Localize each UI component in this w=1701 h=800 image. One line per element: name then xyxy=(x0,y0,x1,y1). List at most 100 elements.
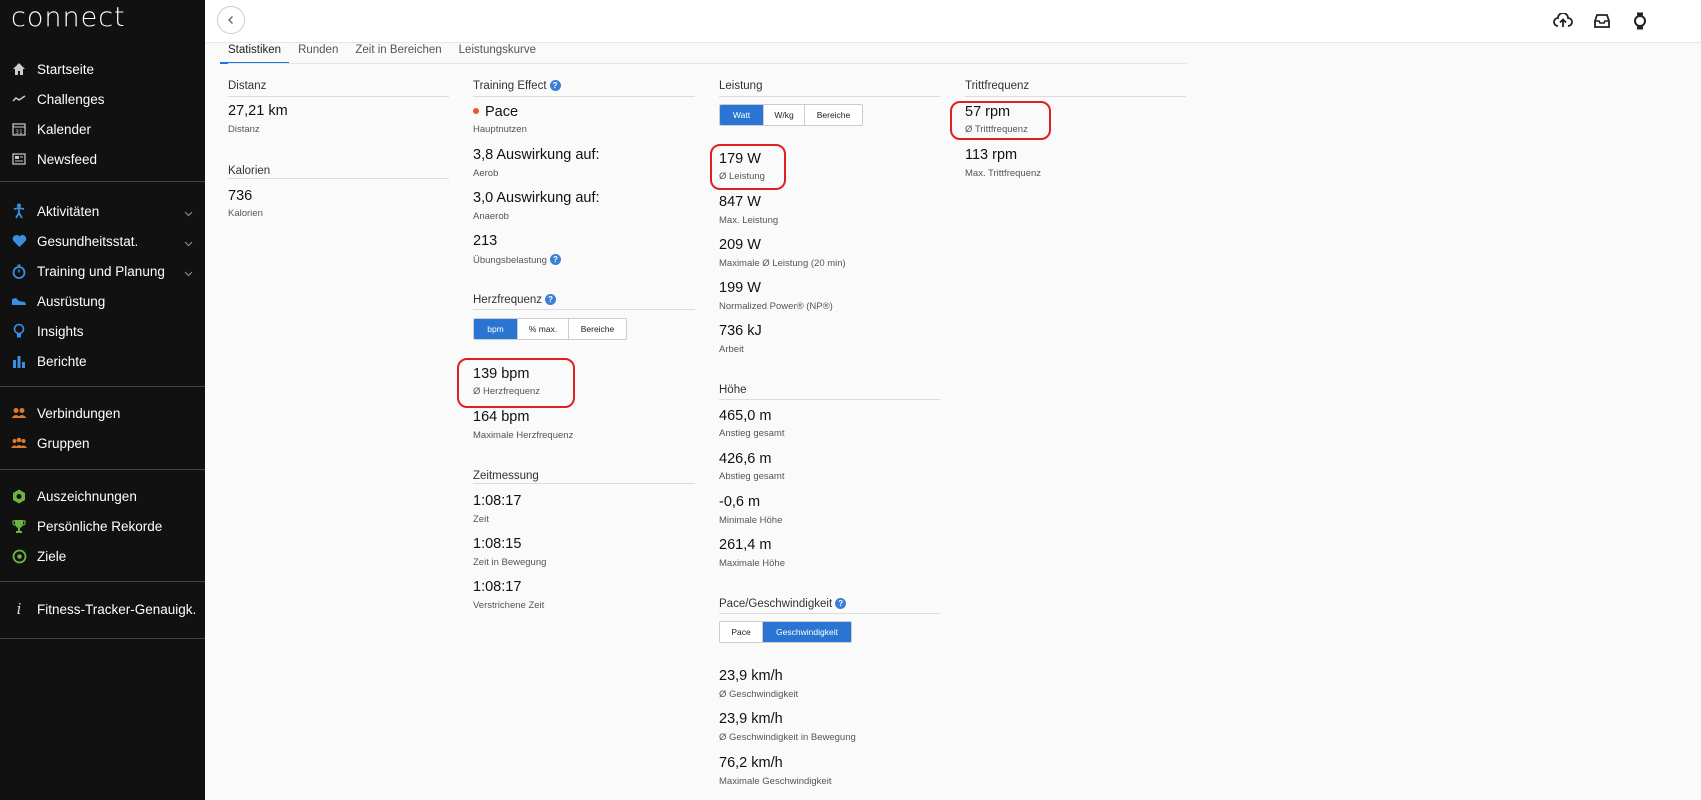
back-button[interactable] xyxy=(217,6,245,34)
pace-unit-toggle: Pace Geschwindigkeit xyxy=(719,621,852,643)
max-hoehe-label: Maximale Höhe xyxy=(719,558,785,569)
herzfrequenz-title: Herzfrequenz? xyxy=(473,294,557,306)
verstrichene-zeit-value: 1:08:17 xyxy=(473,579,522,595)
help-icon[interactable]: ? xyxy=(549,254,561,265)
target-icon xyxy=(11,548,27,564)
max-hoehe-value: 261,4 m xyxy=(719,537,772,553)
sidebar-item-ausruestung[interactable]: Ausrüstung xyxy=(0,287,205,315)
sidebar-divider xyxy=(0,181,205,182)
sidebar-item-berichte[interactable]: Berichte xyxy=(0,347,205,375)
home-icon xyxy=(11,61,27,77)
min-hoehe-value: -0,6 m xyxy=(719,494,761,510)
sidebar-item-label: Fitness-Tracker-Genauigk. xyxy=(37,601,197,617)
training-load-label-text: Übungsbelastung xyxy=(473,255,547,266)
tab-statistiken[interactable]: Statistiken xyxy=(220,42,290,64)
toggle-pace[interactable]: Pace xyxy=(720,622,763,642)
lightbulb-icon xyxy=(11,323,27,339)
pace-title-text: Pace/Geschwindigkeit xyxy=(719,598,833,610)
training-effect-anaerobic-label: Anaerob xyxy=(473,211,509,222)
tab-underline-divider xyxy=(228,63,1187,64)
sidebar-item-challenges[interactable]: Challenges xyxy=(0,85,205,113)
arbeit-value: 736 kJ xyxy=(719,323,762,339)
zeit-in-bewegung-value: 1:08:15 xyxy=(473,536,522,552)
sidebar-item-label: Persönliche Rekorde xyxy=(37,518,163,534)
sidebar-item-ziele[interactable]: Ziele xyxy=(0,542,205,570)
status-dot-icon xyxy=(473,108,479,114)
shoe-icon xyxy=(11,293,27,309)
toggle-bpm[interactable]: bpm xyxy=(474,319,518,339)
sidebar-item-aktivitaeten[interactable]: Aktivitäten xyxy=(0,197,205,225)
upload-cloud-icon[interactable] xyxy=(1552,10,1574,32)
chevron-down-icon xyxy=(184,265,193,280)
sidebar-item-insights[interactable]: Insights xyxy=(0,317,205,345)
help-icon[interactable]: ? xyxy=(835,598,847,609)
training-load-label: Übungsbelastung? xyxy=(473,254,561,266)
toggle-bereiche[interactable]: Bereiche xyxy=(569,319,626,339)
sidebar-item-label: Auszeichnungen xyxy=(37,488,137,504)
sidebar-item-persoenliche-rekorde[interactable]: Persönliche Rekorde xyxy=(0,512,205,540)
section-divider xyxy=(719,399,940,400)
training-effect-primary-text: Pace xyxy=(485,104,519,120)
sidebar-item-auszeichnungen[interactable]: Auszeichnungen xyxy=(0,482,205,510)
tab-zeit-in-bereichen[interactable]: Zeit in Bereichen xyxy=(355,42,441,64)
sidebar-item-gruppen[interactable]: Gruppen xyxy=(0,429,205,457)
arbeit-label: Arbeit xyxy=(719,344,744,355)
toggle-w-per-kg[interactable]: W/kg xyxy=(764,105,805,125)
max-cadence-value: 113 rpm xyxy=(965,147,1018,163)
sidebar-divider xyxy=(0,386,205,387)
watch-icon[interactable] xyxy=(1629,10,1651,32)
sidebar-item-verbindungen[interactable]: Verbindungen xyxy=(0,399,205,427)
sidebar-item-label: Training und Planung xyxy=(37,263,165,279)
avg-moving-speed-value: 23,9 km/h xyxy=(719,711,783,727)
section-divider xyxy=(965,96,1186,97)
toggle-geschwindigkeit[interactable]: Geschwindigkeit xyxy=(763,622,851,642)
max-cadence-label: Max. Trittfrequenz xyxy=(965,168,1042,179)
sidebar-item-fitness-tracker-genauigkeit[interactable]: i Fitness-Tracker-Genauigk. xyxy=(0,595,205,623)
tab-bar: Statistiken Runden Zeit in Bereichen Lei… xyxy=(220,42,553,64)
sidebar-item-label: Berichte xyxy=(37,353,87,369)
section-divider xyxy=(228,96,449,97)
connections-icon xyxy=(11,405,27,421)
highlight-circle xyxy=(457,358,575,408)
max-avg-power-20min-value: 209 W xyxy=(719,237,761,253)
max-power-label: Max. Leistung xyxy=(719,215,779,226)
toggle-percent-max[interactable]: % max. xyxy=(518,319,569,339)
bar-chart-icon xyxy=(11,353,27,369)
training-effect-primary-value: Pace xyxy=(473,104,518,120)
sidebar-item-label: Ausrüstung xyxy=(37,293,106,309)
heart-icon xyxy=(11,233,27,249)
toggle-bereiche[interactable]: Bereiche xyxy=(805,105,862,125)
sidebar: connect Startseite Challenges 31 Kalende… xyxy=(0,0,205,800)
distanz-label: Distanz xyxy=(228,124,260,135)
sidebar-divider xyxy=(0,638,205,639)
connect-logo[interactable]: connect xyxy=(11,2,126,33)
training-effect-title-text: Training Effect xyxy=(473,80,547,92)
tab-leistungskurve[interactable]: Leistungskurve xyxy=(459,42,536,64)
sidebar-item-gesundheitsstat[interactable]: Gesundheitsstat. xyxy=(0,227,205,255)
sidebar-item-label: Challenges xyxy=(37,91,105,107)
sidebar-item-kalender[interactable]: 31 Kalender xyxy=(0,115,205,143)
help-icon[interactable]: ? xyxy=(549,80,561,91)
sidebar-item-training-und-planung[interactable]: Training und Planung xyxy=(0,257,205,285)
training-effect-primary-label: Hauptnutzen xyxy=(473,124,527,135)
training-load-value: 213 xyxy=(473,233,498,249)
avg-moving-speed-label: Ø Geschwindigkeit in Bewegung xyxy=(719,732,856,743)
tab-runden[interactable]: Runden xyxy=(298,42,338,64)
help-icon[interactable]: ? xyxy=(545,294,557,305)
section-divider xyxy=(473,483,695,484)
sidebar-item-startseite[interactable]: Startseite xyxy=(0,55,205,83)
herzfrequenz-max-value: 164 bpm xyxy=(473,409,530,425)
highlight-circle xyxy=(710,144,786,190)
calendar-day-text: 31 xyxy=(15,129,23,136)
sidebar-item-newsfeed[interactable]: Newsfeed xyxy=(0,145,205,173)
newsfeed-icon xyxy=(11,151,27,167)
toggle-watt[interactable]: Watt xyxy=(720,105,764,125)
max-power-value: 847 W xyxy=(719,194,761,210)
leistung-unit-toggle: Watt W/kg Bereiche xyxy=(719,104,863,126)
min-hoehe-label: Minimale Höhe xyxy=(719,515,783,526)
inbox-icon[interactable] xyxy=(1591,10,1613,32)
section-divider xyxy=(228,178,449,179)
zeit-in-bewegung-label: Zeit in Bewegung xyxy=(473,557,547,568)
distanz-value: 27,21 km xyxy=(228,103,288,119)
abstieg-label: Abstieg gesamt xyxy=(719,471,785,482)
